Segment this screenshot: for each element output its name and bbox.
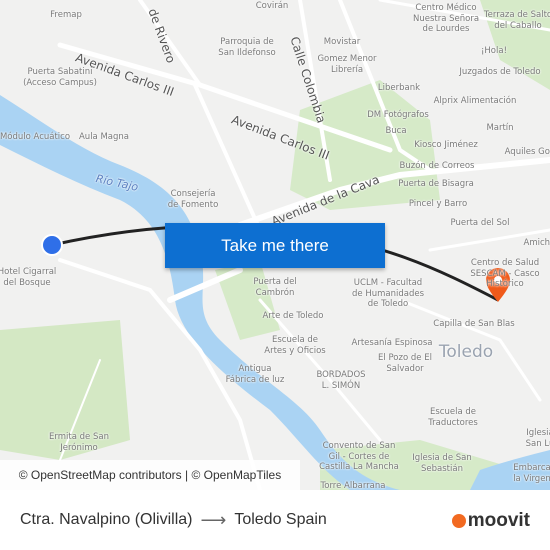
poi-label: Covirán xyxy=(255,1,289,11)
arrow-right-icon: ⟶ xyxy=(200,509,227,531)
poi-label: UCLM - Facultad de Humanidades de Toledo xyxy=(351,278,425,309)
poi-label: Alprix Alimentación xyxy=(433,96,517,106)
poi-label: Embarca la Virgen xyxy=(513,463,550,484)
poi-label: Ermita de San Jerónimo xyxy=(49,432,109,453)
city-label: Toledo xyxy=(438,342,494,362)
poi-label: Capilla de San Blas xyxy=(433,319,515,329)
poi-label: Buca xyxy=(385,126,407,136)
moovit-logo-icon xyxy=(451,514,466,528)
map[interactable]: Fremap Puerta Sabatini (Acceso Campus) M… xyxy=(0,0,550,490)
poi-label: El Pozo de El Salvador xyxy=(378,353,432,374)
poi-label: Escuela de Artes y Oficios xyxy=(264,335,326,356)
poi-label: Puerta Sabatini (Acceso Campus) xyxy=(23,67,97,88)
poi-label: Centro Médico Nuestra Señora de Lourdes xyxy=(412,3,480,34)
poi-label: Arte de Toledo xyxy=(262,311,324,321)
poi-label: Amichi xyxy=(523,238,550,248)
poi-label: Escuela de Traductores xyxy=(428,407,478,428)
poi-label: Juzgados de Toledo xyxy=(459,67,541,77)
poi-label: Torre Albarrana xyxy=(320,481,386,490)
poi-label: Antigua Fábrica de luz xyxy=(225,364,285,385)
poi-label: Hotel Cigarral del Bosque xyxy=(0,267,57,288)
origin-marker xyxy=(41,234,63,256)
poi-label: Buzón de Correos xyxy=(399,161,475,171)
poi-label: Aula Magna xyxy=(78,132,130,142)
poi-label: Iglesia San Lu xyxy=(525,428,550,449)
destination-name: Toledo Spain xyxy=(234,511,327,528)
poi-label: Liberbank xyxy=(377,83,421,93)
poi-label: Movistar xyxy=(323,37,361,47)
poi-label: ¡Hola! xyxy=(481,46,507,56)
poi-label: Módulo Acuático xyxy=(0,132,71,142)
poi-label: Consejería de Fomento xyxy=(167,189,219,210)
poi-label: Puerta de Bisagra xyxy=(398,179,474,189)
poi-label: Terraza de Salto del Caballo xyxy=(483,10,550,31)
poi-label: Gomez Menor Librería xyxy=(317,54,377,75)
poi-label: BORDADOS L. SIMÓN xyxy=(316,370,366,391)
poi-label: Kiosco Jiménez xyxy=(414,140,478,150)
poi-label: Iglesia de San Sebastián xyxy=(412,453,472,474)
moovit-logo: moovit xyxy=(451,510,530,532)
poi-label: Artesanía Espinosa xyxy=(351,338,433,348)
poi-label: DM Fotógrafos xyxy=(367,110,429,120)
poi-label: Pincel y Barro xyxy=(408,199,468,209)
origin-name: Ctra. Navalpino (Olivilla) xyxy=(20,511,193,528)
poi-label: Martín xyxy=(486,123,514,133)
poi-label: Convento de San Gil - Cortes de Castilla… xyxy=(319,441,399,472)
poi-label: Aquiles Gou xyxy=(504,147,550,157)
route-footer: Ctra. Navalpino (Olivilla) ⟶ Toledo Spai… xyxy=(0,490,550,550)
map-attribution[interactable]: © OpenStreetMap contributors | © OpenMap… xyxy=(0,460,300,490)
poi-label: Puerta del Cambrón xyxy=(253,277,297,298)
poi-label: Fremap xyxy=(50,10,82,20)
poi-label: Parroquia de San Ildefonso xyxy=(218,37,276,58)
moovit-brand-text: moovit xyxy=(467,510,530,531)
poi-label: Puerta del Sol xyxy=(450,218,510,228)
poi-label: Centro de Salud SESCAM - Casco Histórico xyxy=(470,258,540,289)
take-me-there-button[interactable]: Take me there xyxy=(165,223,385,268)
